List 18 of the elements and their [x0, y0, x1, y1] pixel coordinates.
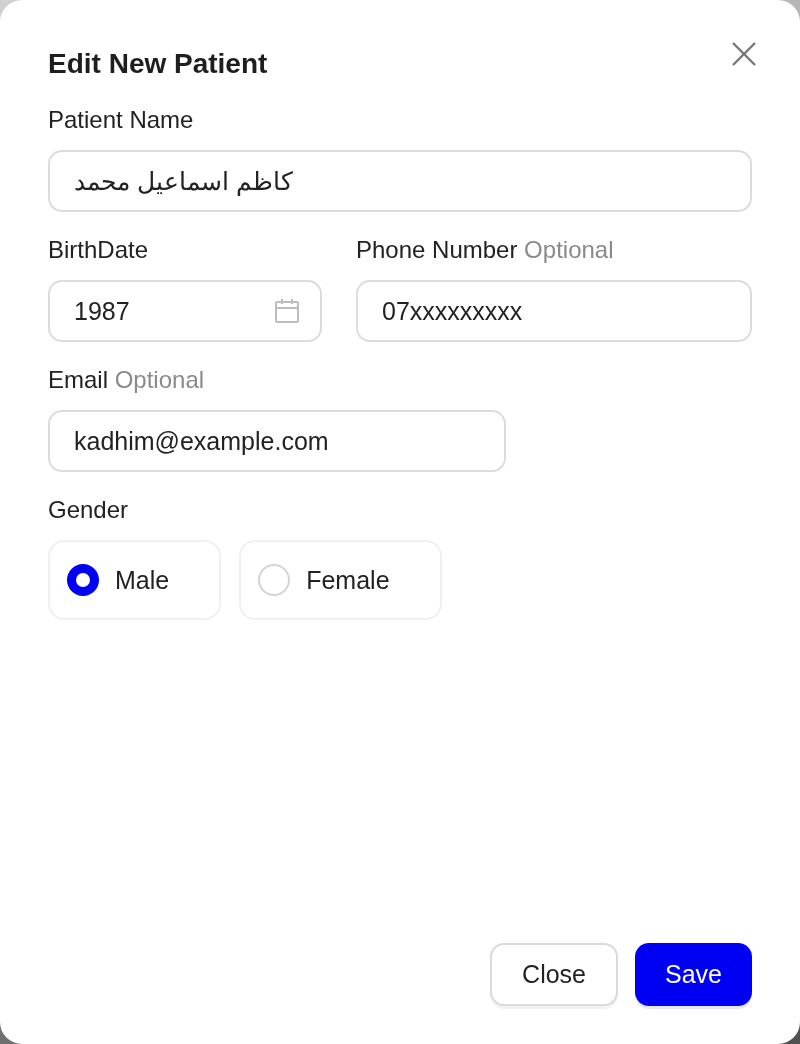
field-label: Patient Name	[48, 105, 195, 135]
close-button[interactable]	[730, 40, 758, 68]
input-field[interactable]: 07xxxxxxxxx	[356, 280, 752, 342]
radio-option[interactable]: Female	[239, 540, 442, 620]
calendar-icon	[274, 298, 300, 324]
dialog-title: Edit New Patient	[48, 48, 268, 80]
field-label: Gender	[48, 495, 130, 525]
radio-label: Female	[306, 565, 390, 595]
field-label: Phone Number Optional	[356, 235, 615, 265]
field-label: Email Optional	[48, 365, 206, 395]
close-button[interactable]: Close	[490, 943, 618, 1006]
radio-label: Male	[115, 565, 170, 595]
date-field[interactable]: 1987	[48, 280, 322, 342]
field-label: BirthDate	[48, 235, 150, 265]
input-field[interactable]: كاظم اسماعيل محمد	[48, 150, 752, 212]
radio-option[interactable]: Male	[48, 540, 222, 620]
save-button[interactable]: Save	[635, 943, 752, 1006]
input-field[interactable]: kadhim@example.com	[48, 410, 506, 472]
